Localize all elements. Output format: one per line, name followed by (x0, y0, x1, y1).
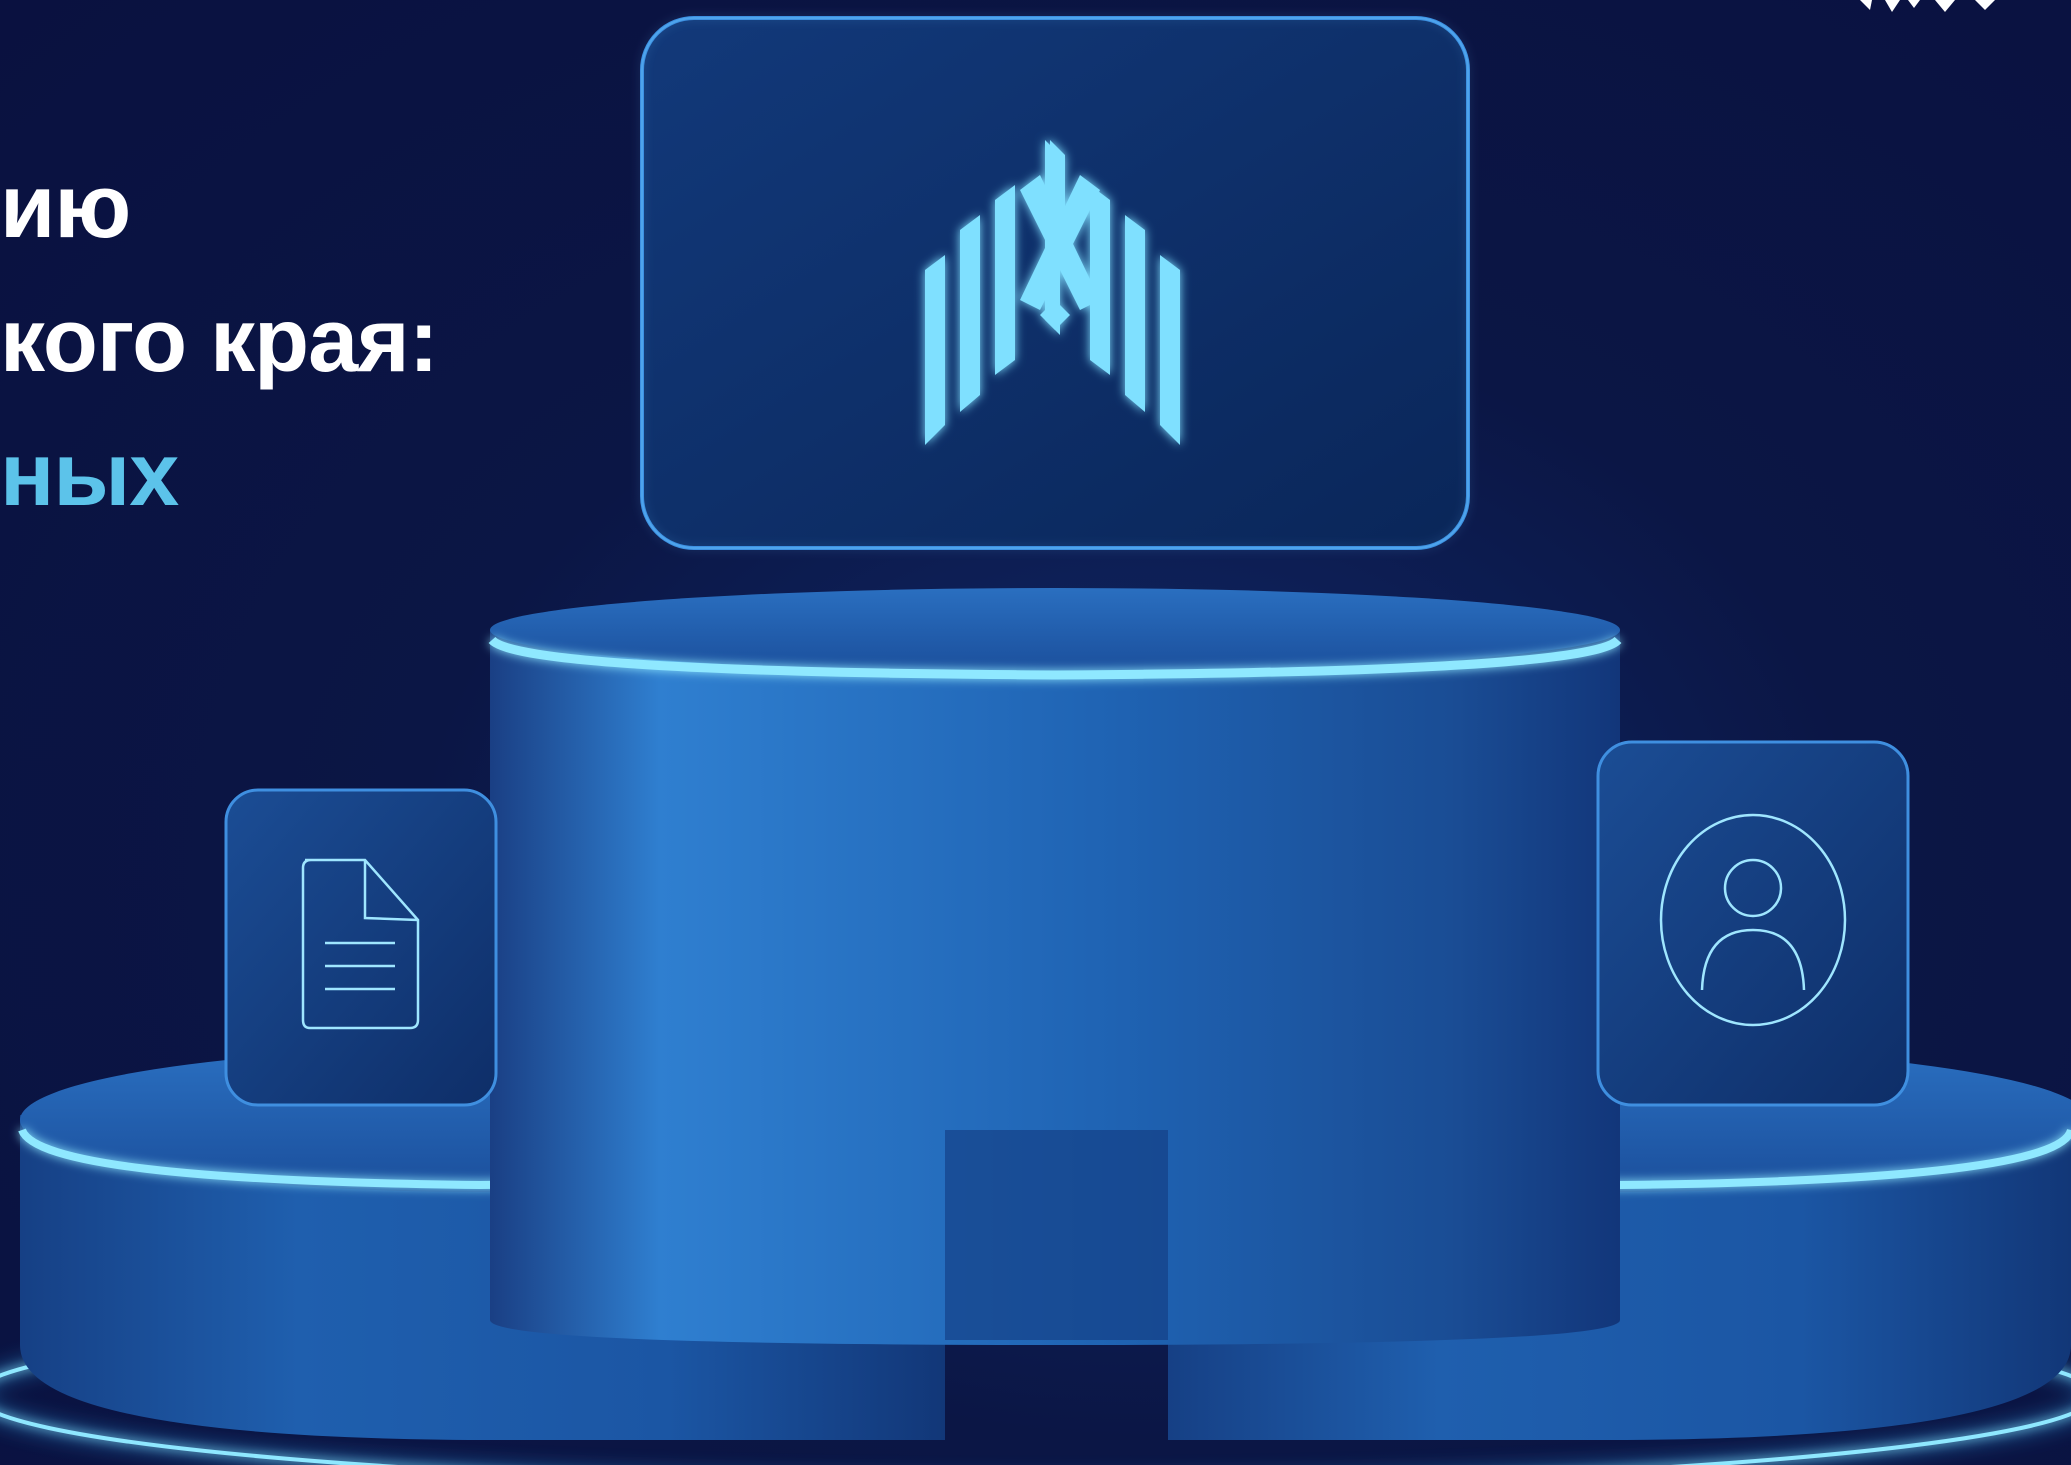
headline-line-2: кого края: (0, 291, 439, 391)
headline: ию кого края: ных (0, 140, 439, 542)
headline-line-1: ию (0, 157, 131, 257)
profile-card (1596, 740, 1910, 1107)
headline-line-3: ных (0, 425, 179, 525)
document-card (224, 788, 498, 1107)
center-podium (488, 588, 1622, 1345)
promo-banner: ию кого края: ных (0, 0, 2071, 1465)
corner-logo-icon (1860, 0, 1995, 12)
